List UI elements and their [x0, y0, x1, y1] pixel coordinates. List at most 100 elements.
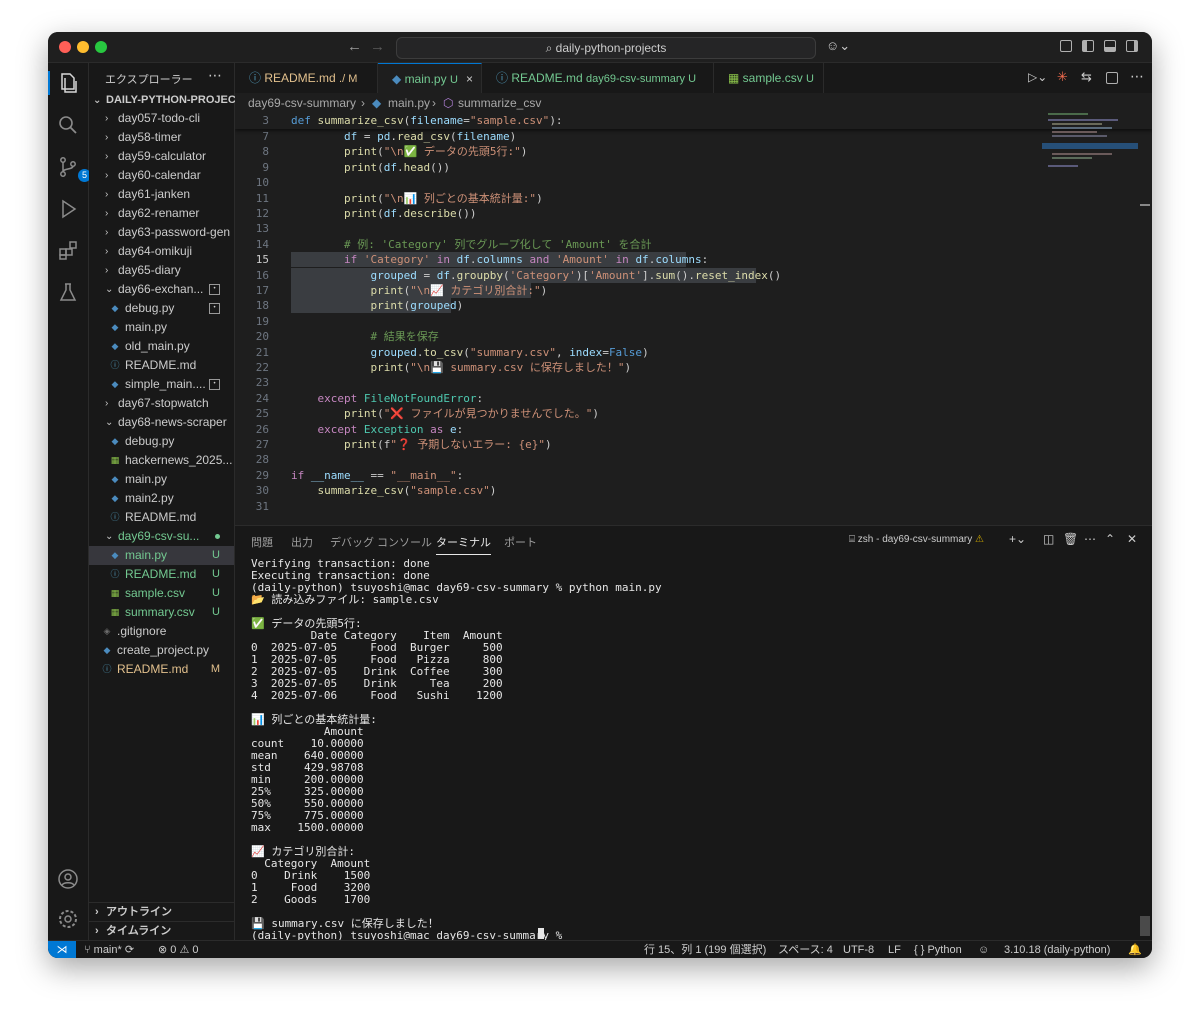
account-icon[interactable]	[56, 867, 80, 891]
close-panel-icon[interactable]: ✕	[1127, 532, 1137, 546]
cursor-position[interactable]: 行 15、列 1 (199 個選択)	[644, 941, 766, 958]
workspace-root[interactable]: ⌄ DAILY-PYTHON-PROJEC...	[89, 91, 245, 110]
new-terminal-icon[interactable]: +⌄	[1009, 532, 1026, 546]
file-item[interactable]: ◆ debug.py	[89, 432, 234, 451]
folder-item[interactable]: › day60-calendar	[89, 166, 234, 185]
code-line[interactable]: print("\n💾 summary.csv に保存しました！")	[291, 360, 631, 375]
code-line[interactable]: # 結果を保存	[291, 329, 438, 344]
folder-item[interactable]: › day65-diary	[89, 261, 234, 280]
tab-main-py[interactable]: ◆ main.py U ×	[378, 63, 482, 93]
file-item[interactable]: ⓘ README.md U	[89, 565, 234, 584]
forward-arrow-icon[interactable]: →	[370, 38, 385, 55]
tab-terminal[interactable]: ターミナル	[436, 534, 491, 555]
file-item[interactable]: ◆ simple_main.... •	[89, 375, 234, 394]
copilot-status-icon[interactable]: ☺	[978, 941, 989, 958]
file-item[interactable]: ◆ create_project.py	[89, 641, 234, 660]
outline-section[interactable]: › アウトライン	[89, 902, 234, 922]
remote-indicator-icon[interactable]: ⋊	[48, 941, 76, 958]
folder-item[interactable]: › day62-renamer	[89, 204, 234, 223]
close-icon[interactable]: ×	[466, 64, 473, 94]
customize-layout-icon[interactable]	[1060, 40, 1072, 52]
search-icon[interactable]	[56, 113, 80, 137]
file-item[interactable]: ▦ sample.csv U	[89, 584, 234, 603]
folder-item[interactable]: ⌄ day66-exchan... •	[89, 280, 234, 299]
file-item[interactable]: ◆ main.py	[89, 318, 234, 337]
scrollbar-indicator[interactable]	[1140, 204, 1150, 206]
folder-item[interactable]: ⌄ day69-csv-su...	[89, 527, 234, 546]
run-python-icon[interactable]: ▷⌄	[1028, 70, 1047, 84]
source-control-icon[interactable]: 5	[56, 155, 91, 182]
copilot-icon[interactable]: ☺⌄	[826, 38, 850, 54]
file-item[interactable]: ◆ main2.py	[89, 489, 234, 508]
file-item[interactable]: ⓘ README.md M	[89, 660, 234, 679]
zoom-window-button[interactable]	[95, 41, 107, 53]
folder-item[interactable]: › day67-stopwatch	[89, 394, 234, 413]
settings-gear-icon[interactable]	[56, 907, 80, 931]
file-item[interactable]: ⓘ README.md	[89, 508, 234, 527]
sticky-scroll-header[interactable]: 3 def summarize_csv(filename="sample.csv…	[235, 113, 1152, 129]
terminal-scrollbar[interactable]	[1140, 916, 1150, 936]
folder-item[interactable]: › day58-timer	[89, 128, 234, 147]
tab-problems[interactable]: 問題	[251, 534, 273, 550]
file-item[interactable]: ◆ old_main.py	[89, 337, 234, 356]
more-actions-icon[interactable]: ⋯	[1130, 68, 1144, 85]
tab-output[interactable]: 出力	[291, 534, 313, 550]
code-line[interactable]: # 例: 'Category' 列でグループ化して 'Amount' を合計	[291, 237, 652, 252]
minimize-window-button[interactable]	[77, 41, 89, 53]
code-line[interactable]: grouped = df.groupby('Category')['Amount…	[291, 268, 781, 283]
indentation[interactable]: スペース: 4	[778, 941, 833, 958]
end-of-line[interactable]: LF	[888, 941, 901, 958]
tab-debug-console[interactable]: デバッグ コンソール	[330, 534, 432, 550]
folder-item[interactable]: › day64-omikuji	[89, 242, 234, 261]
branch-indicator[interactable]: ⑂ main* ⟳	[84, 941, 134, 958]
file-item[interactable]: ◆ main.py U	[89, 546, 234, 565]
folder-item[interactable]: ⌄ day68-news-scraper	[89, 413, 234, 432]
notifications-bell-icon[interactable]: 🔔	[1128, 941, 1142, 958]
extensions-icon[interactable]	[56, 239, 80, 263]
breadcrumb-file[interactable]: main.py	[388, 93, 430, 113]
file-item[interactable]: ◆ debug.py •	[89, 299, 234, 318]
toggle-panel-icon[interactable]	[1104, 40, 1116, 52]
file-item[interactable]: ▦ summary.csv U	[89, 603, 234, 622]
encoding[interactable]: UTF-8	[843, 941, 874, 958]
run-debug-icon[interactable]	[56, 197, 80, 221]
toggle-secondary-sidebar-icon[interactable]	[1126, 40, 1138, 52]
file-item[interactable]: ◈ .gitignore	[89, 622, 234, 641]
code-line[interactable]: except FileNotFoundError:	[291, 391, 484, 406]
back-arrow-icon[interactable]: ←	[347, 38, 362, 55]
code-line[interactable]: if 'Category' in df.columns and 'Amount'…	[291, 252, 708, 267]
kill-terminal-icon[interactable]: 🗑	[1063, 532, 1078, 546]
terminal-output[interactable]: Verifying transaction: done Executing tr…	[251, 558, 1131, 942]
code-line[interactable]: summarize_csv("sample.csv")	[291, 483, 497, 498]
testing-flask-icon[interactable]	[56, 281, 80, 305]
terminal-instance-label[interactable]: ⌸ zsh - day69-csv-summary ⚠	[849, 534, 984, 545]
code-line[interactable]: if __name__ == "__main__":	[291, 468, 463, 483]
code-line[interactable]: print(grouped)	[291, 298, 463, 313]
code-line[interactable]: grouped.to_csv("summary.csv", index=Fals…	[291, 345, 648, 360]
code-line[interactable]: print(df.head())	[291, 160, 450, 175]
language-mode[interactable]: { } Python	[914, 941, 962, 958]
more-actions-icon[interactable]: ⋯	[1084, 532, 1096, 546]
file-item[interactable]: ◆ main.py	[89, 470, 234, 489]
code-line[interactable]: print("❌ ファイルが見つかりませんでした。")	[291, 406, 599, 421]
timeline-section[interactable]: › タイムライン	[89, 921, 234, 941]
minimap[interactable]	[1042, 113, 1138, 193]
code-line[interactable]: print(df.describe())	[291, 206, 476, 221]
split-editor-icon[interactable]	[1106, 72, 1118, 84]
code-line[interactable]: print("\n📊 列ごとの基本統計量:")	[291, 191, 543, 206]
tab-readme-root[interactable]: ⓘ README.md ./ M	[235, 63, 378, 93]
compare-changes-icon[interactable]: ⇆	[1081, 69, 1092, 85]
command-center-search[interactable]: ⌕ daily-python-projects	[396, 37, 816, 59]
code-line[interactable]: print("\n📈 カテゴリ別合計:")	[291, 283, 547, 298]
tab-ports[interactable]: ポート	[504, 534, 537, 550]
breadcrumb-symbol[interactable]: summarize_csv	[458, 93, 541, 113]
file-item[interactable]: ▦ hackernews_2025...	[89, 451, 234, 470]
maximize-panel-icon[interactable]: ⌃	[1105, 532, 1115, 546]
code-line[interactable]: except Exception as e:	[291, 422, 464, 437]
code-line[interactable]: df = pd.read_csv(filename)	[291, 129, 516, 144]
python-interpreter[interactable]: 3.10.18 (daily-python)	[1004, 941, 1110, 958]
code-line[interactable]: print("\n✅ データの先頭5行:")	[291, 144, 527, 159]
close-window-button[interactable]	[59, 41, 71, 53]
toggle-primary-sidebar-icon[interactable]	[1082, 40, 1094, 52]
folder-item[interactable]: › day63-password-gen	[89, 223, 234, 242]
